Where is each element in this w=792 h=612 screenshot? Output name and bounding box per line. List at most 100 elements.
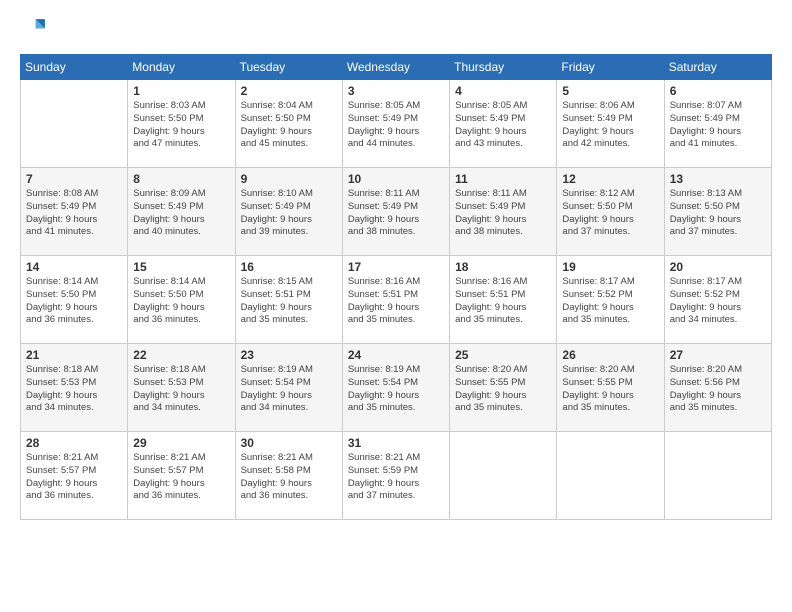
day-info: Sunrise: 8:17 AMSunset: 5:52 PMDaylight:… [562, 276, 658, 327]
daylight-line2: and 35 minutes. [670, 402, 766, 415]
sunrise-text: Sunrise: 8:08 AM [26, 188, 122, 201]
daylight-line2: and 36 minutes. [26, 314, 122, 327]
daylight-line2: and 43 minutes. [455, 138, 551, 151]
calendar-cell: 28Sunrise: 8:21 AMSunset: 5:57 PMDayligh… [21, 432, 128, 520]
day-info: Sunrise: 8:18 AMSunset: 5:53 PMDaylight:… [26, 364, 122, 415]
calendar-week-row: 21 Sunrise: 8:18 AMSunset: 5:53 PMDayligh… [21, 344, 772, 432]
daylight-line1: Daylight: 9 hours [562, 390, 658, 403]
daylight-line2: and 37 minutes. [348, 490, 444, 503]
day-info: Sunrise: 8:19 AMSunset: 5:54 PMDaylight:… [348, 364, 444, 415]
calendar-cell: 27Sunrise: 8:20 AMSunset: 5:56 PMDayligh… [664, 344, 771, 432]
calendar-cell: 8Sunrise: 8:09 AMSunset: 5:49 PMDaylight… [128, 168, 235, 256]
day-info: Sunrise: 8:07 AMSunset: 5:49 PMDaylight:… [670, 100, 766, 151]
daylight-line2: and 35 minutes. [348, 314, 444, 327]
sunrise-text: Sunrise: 8:10 AM [241, 188, 337, 201]
sunrise-text: Sunrise: 8:20 AM [670, 364, 766, 377]
day-info: Sunrise: 8:12 AMSunset: 5:50 PMDaylight:… [562, 188, 658, 239]
sunrise-text: Sunrise: 8:19 AM [348, 364, 444, 377]
sunset-text: Sunset: 5:58 PM [241, 465, 337, 478]
day-number: 2 [241, 84, 337, 98]
daylight-line1: Daylight: 9 hours [241, 302, 337, 315]
sunrise-text: Sunrise: 8:09 AM [133, 188, 229, 201]
day-info: Sunrise: 8:11 AMSunset: 5:49 PMDaylight:… [455, 188, 551, 239]
day-info: Sunrise: 8:21 AMSunset: 5:58 PMDaylight:… [241, 452, 337, 503]
calendar-cell: 5Sunrise: 8:06 AMSunset: 5:49 PMDaylight… [557, 80, 664, 168]
sunset-text: Sunset: 5:49 PM [455, 113, 551, 126]
sunset-text: Sunset: 5:52 PM [562, 289, 658, 302]
sunset-text: Sunset: 5:50 PM [670, 201, 766, 214]
day-info: Sunrise: 8:19 AMSunset: 5:54 PMDaylight:… [241, 364, 337, 415]
sunset-text: Sunset: 5:55 PM [562, 377, 658, 390]
daylight-line1: Daylight: 9 hours [455, 214, 551, 227]
day-number: 7 [26, 172, 122, 186]
day-number: 16 [241, 260, 337, 274]
sunrise-text: Sunrise: 8:06 AM [562, 100, 658, 113]
sunset-text: Sunset: 5:50 PM [133, 289, 229, 302]
day-number: 15 [133, 260, 229, 274]
day-number: 29 [133, 436, 229, 450]
sunset-text: Sunset: 5:57 PM [133, 465, 229, 478]
sunset-text: Sunset: 5:49 PM [455, 201, 551, 214]
day-info: Sunrise: 8:13 AMSunset: 5:50 PMDaylight:… [670, 188, 766, 239]
sunset-text: Sunset: 5:49 PM [348, 113, 444, 126]
daylight-line1: Daylight: 9 hours [670, 390, 766, 403]
sunrise-text: Sunrise: 8:15 AM [241, 276, 337, 289]
sunrise-text: Sunrise: 8:18 AM [133, 364, 229, 377]
day-number: 21 [26, 348, 122, 362]
daylight-line1: Daylight: 9 hours [348, 126, 444, 139]
page-header [20, 16, 772, 44]
daylight-line1: Daylight: 9 hours [348, 390, 444, 403]
calendar-cell: 7Sunrise: 8:08 AMSunset: 5:49 PMDaylight… [21, 168, 128, 256]
sunrise-text: Sunrise: 8:11 AM [455, 188, 551, 201]
daylight-line2: and 45 minutes. [241, 138, 337, 151]
daylight-line1: Daylight: 9 hours [133, 478, 229, 491]
day-info: Sunrise: 8:20 AMSunset: 5:55 PMDaylight:… [562, 364, 658, 415]
day-info: Sunrise: 8:04 AMSunset: 5:50 PMDaylight:… [241, 100, 337, 151]
sunset-text: Sunset: 5:52 PM [670, 289, 766, 302]
sunrise-text: Sunrise: 8:21 AM [348, 452, 444, 465]
sunrise-text: Sunrise: 8:16 AM [348, 276, 444, 289]
sunset-text: Sunset: 5:51 PM [348, 289, 444, 302]
daylight-line2: and 39 minutes. [241, 226, 337, 239]
calendar-cell: 1Sunrise: 8:03 AMSunset: 5:50 PMDaylight… [128, 80, 235, 168]
day-number: 27 [670, 348, 766, 362]
daylight-line1: Daylight: 9 hours [26, 478, 122, 491]
daylight-line1: Daylight: 9 hours [562, 126, 658, 139]
daylight-line2: and 34 minutes. [241, 402, 337, 415]
sunset-text: Sunset: 5:50 PM [133, 113, 229, 126]
calendar-cell: 30Sunrise: 8:21 AMSunset: 5:58 PMDayligh… [235, 432, 342, 520]
day-info: Sunrise: 8:10 AMSunset: 5:49 PMDaylight:… [241, 188, 337, 239]
calendar-cell: 23 Sunrise: 8:19 AMSunset: 5:54 PMDayligh… [235, 344, 342, 432]
calendar-cell: 9Sunrise: 8:10 AMSunset: 5:49 PMDaylight… [235, 168, 342, 256]
calendar-cell: 21 Sunrise: 8:18 AMSunset: 5:53 PMDayligh… [21, 344, 128, 432]
calendar-cell: 25Sunrise: 8:20 AMSunset: 5:55 PMDayligh… [450, 344, 557, 432]
day-info: Sunrise: 8:14 AMSunset: 5:50 PMDaylight:… [133, 276, 229, 327]
calendar-cell: 12Sunrise: 8:12 AMSunset: 5:50 PMDayligh… [557, 168, 664, 256]
day-number: 4 [455, 84, 551, 98]
calendar-cell [21, 80, 128, 168]
sunrise-text: Sunrise: 8:11 AM [348, 188, 444, 201]
daylight-line2: and 35 minutes. [562, 402, 658, 415]
day-info: Sunrise: 8:05 AMSunset: 5:49 PMDaylight:… [455, 100, 551, 151]
weekday-header: Sunday [21, 55, 128, 80]
sunset-text: Sunset: 5:51 PM [241, 289, 337, 302]
day-number: 26 [562, 348, 658, 362]
calendar-cell: 3Sunrise: 8:05 AMSunset: 5:49 PMDaylight… [342, 80, 449, 168]
sunset-text: Sunset: 5:49 PM [348, 201, 444, 214]
calendar-cell: 22Sunrise: 8:18 AMSunset: 5:53 PMDayligh… [128, 344, 235, 432]
daylight-line1: Daylight: 9 hours [562, 302, 658, 315]
day-number: 31 [348, 436, 444, 450]
day-info: Sunrise: 8:20 AMSunset: 5:55 PMDaylight:… [455, 364, 551, 415]
day-number: 18 [455, 260, 551, 274]
calendar-week-row: 7Sunrise: 8:08 AMSunset: 5:49 PMDaylight… [21, 168, 772, 256]
day-number: 20 [670, 260, 766, 274]
calendar-cell: 15 Sunrise: 8:14 AMSunset: 5:50 PMDayligh… [128, 256, 235, 344]
day-number: 24 [348, 348, 444, 362]
daylight-line2: and 36 minutes. [241, 490, 337, 503]
daylight-line1: Daylight: 9 hours [670, 214, 766, 227]
day-number: 23 [241, 348, 337, 362]
daylight-line1: Daylight: 9 hours [133, 390, 229, 403]
daylight-line2: and 35 minutes. [455, 402, 551, 415]
daylight-line1: Daylight: 9 hours [455, 302, 551, 315]
daylight-line1: Daylight: 9 hours [133, 214, 229, 227]
